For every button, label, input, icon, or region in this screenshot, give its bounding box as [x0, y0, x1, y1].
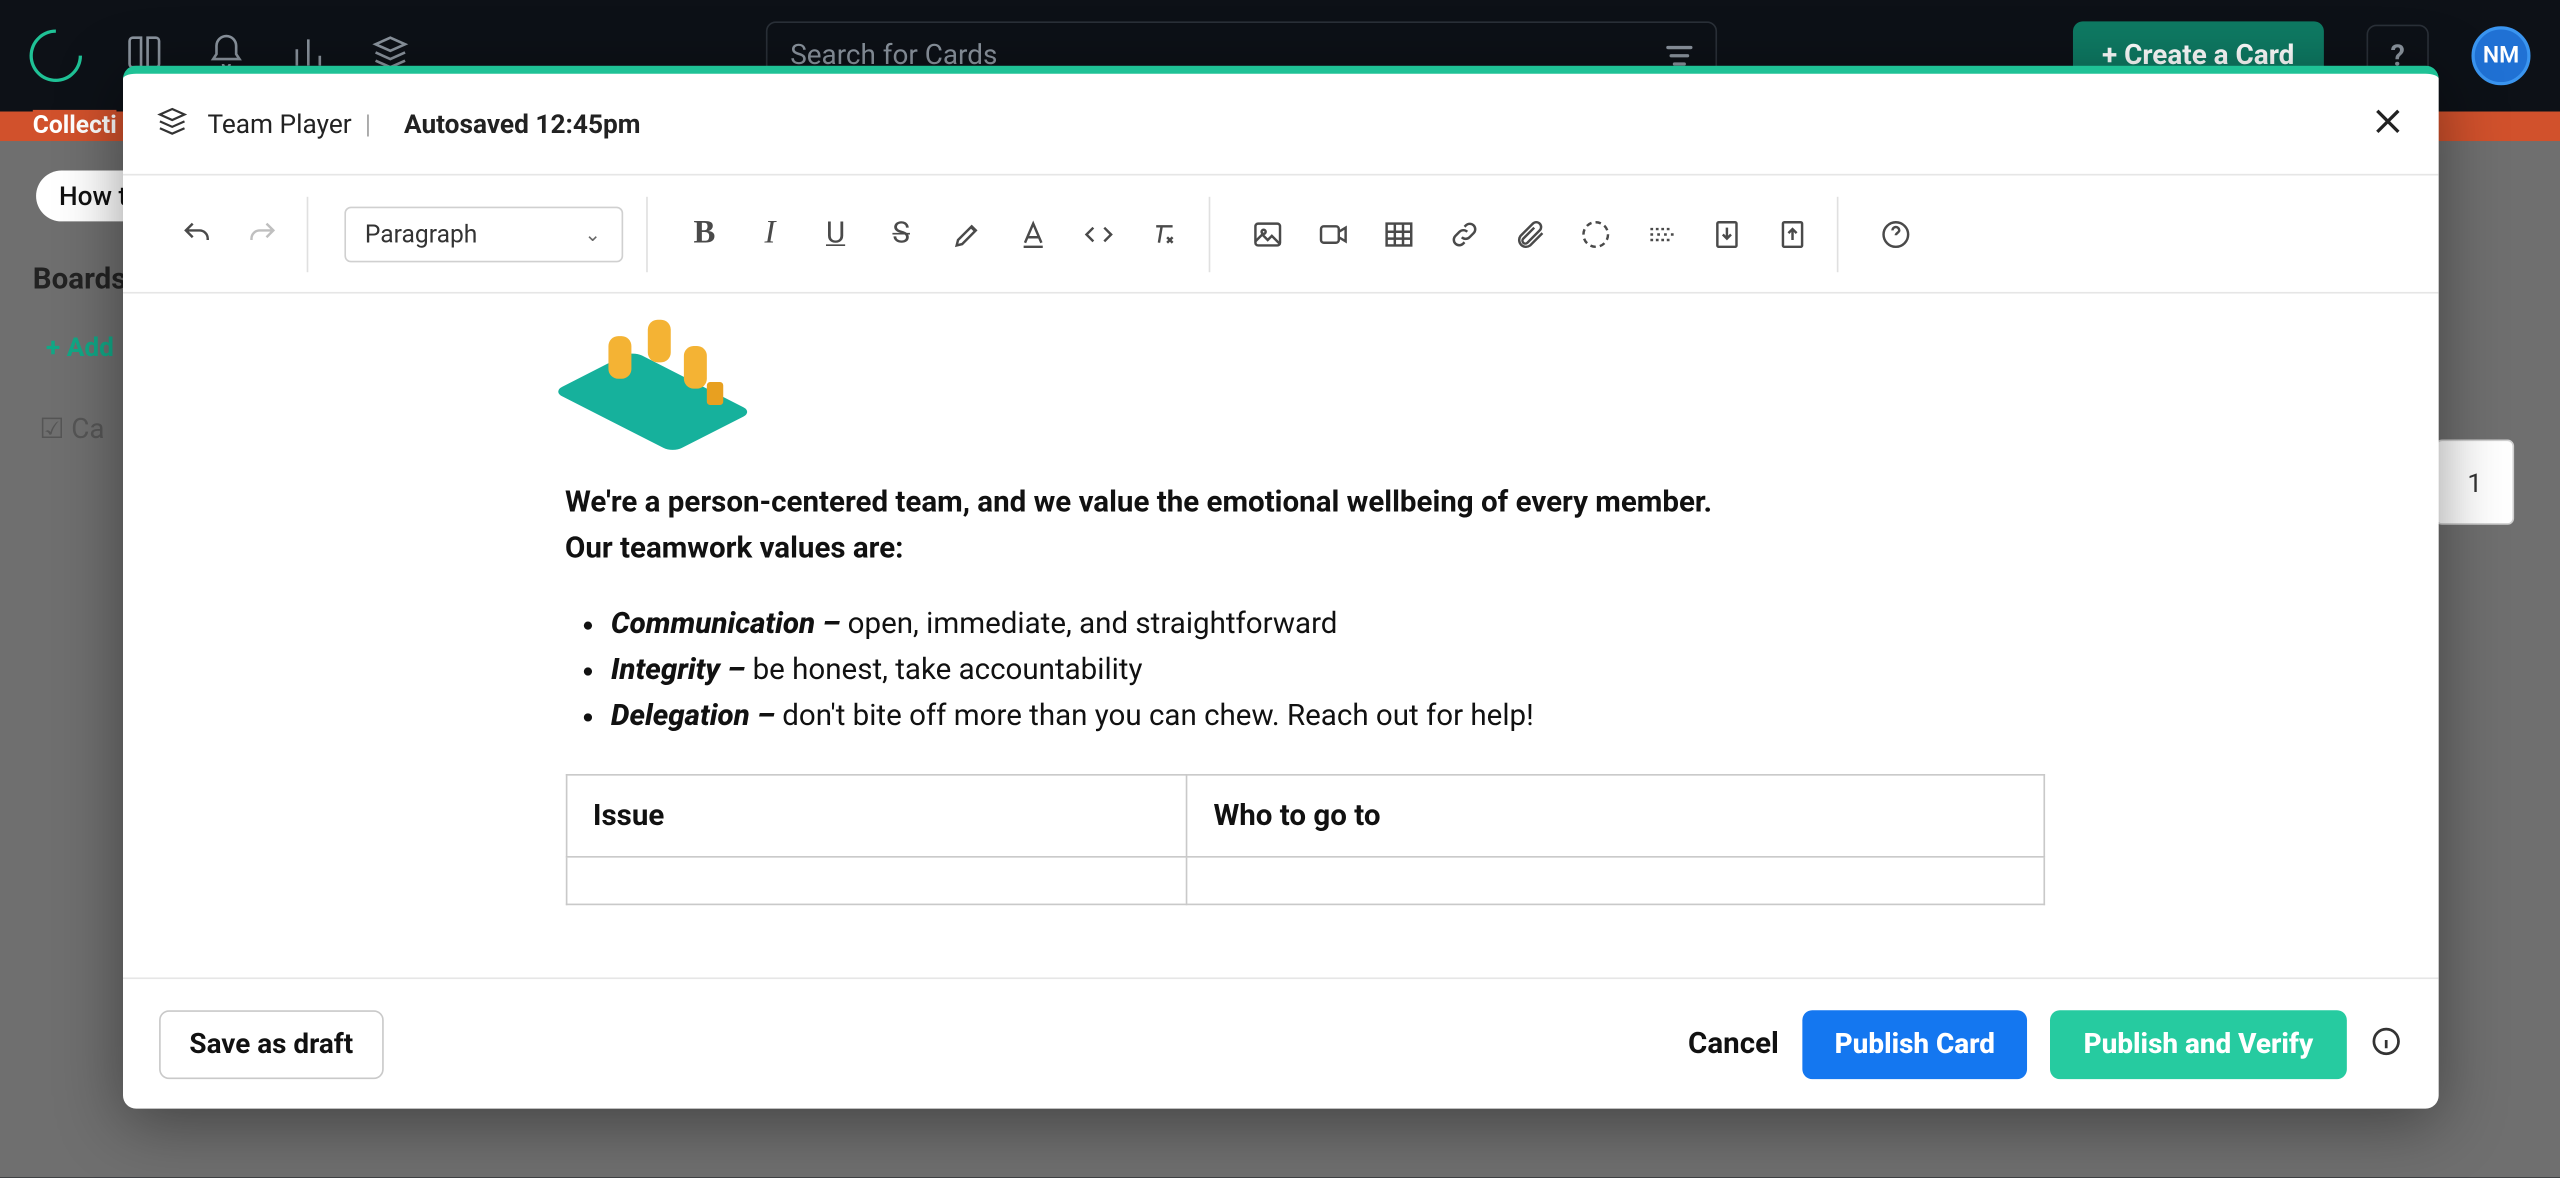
intro-line-2: Our teamwork values are:: [565, 526, 1995, 572]
cancel-button[interactable]: Cancel: [1688, 1027, 1779, 1061]
redo-button[interactable]: [240, 212, 283, 255]
board-icon: [155, 104, 188, 143]
list-item: Communication – open, immediate, and str…: [611, 602, 1995, 648]
link-button[interactable]: [1442, 212, 1485, 255]
publish-verify-button[interactable]: Publish and Verify: [2051, 1009, 2346, 1078]
bold-button[interactable]: B: [683, 212, 726, 255]
publish-card-button[interactable]: Publish Card: [1802, 1009, 2028, 1078]
table-header-issue: Issue: [566, 776, 1187, 858]
editor-content[interactable]: We're a person-centered team, and we val…: [122, 294, 2438, 978]
block-format-select[interactable]: Paragraph⌄: [344, 206, 623, 262]
breadcrumb-board[interactable]: Team Player: [207, 108, 351, 139]
close-button[interactable]: [2369, 103, 2405, 146]
autosave-status: Autosaved 12:45pm: [404, 108, 641, 139]
clear-format-button[interactable]: [1142, 212, 1185, 255]
divider-button[interactable]: [1639, 212, 1682, 255]
guru-icon-button[interactable]: [1574, 212, 1617, 255]
modal-header: Team Player | Autosaved 12:45pm: [122, 74, 2438, 176]
intro-line-1: We're a person-centered team, and we val…: [565, 481, 1995, 527]
table-header-who: Who to go to: [1186, 776, 2043, 858]
image-button[interactable]: [1246, 212, 1289, 255]
save-draft-button[interactable]: Save as draft: [158, 1009, 384, 1078]
contacts-table[interactable]: IssueWho to go to: [565, 775, 2044, 906]
info-icon[interactable]: [2369, 1024, 2402, 1063]
text-color-button[interactable]: [1011, 212, 1054, 255]
card-editor-modal: Team Player | Autosaved 12:45pm Paragrap…: [122, 66, 2438, 1109]
table-button[interactable]: [1377, 212, 1420, 255]
attachment-button[interactable]: [1508, 212, 1551, 255]
hero-illustration: [565, 323, 759, 451]
video-button[interactable]: [1311, 212, 1354, 255]
list-item: Delegation – don't bite off more than yo…: [611, 693, 1995, 739]
values-list: Communication – open, immediate, and str…: [565, 602, 1995, 739]
modal-footer: Save as draft Cancel Publish Card Publis…: [122, 977, 2438, 1108]
editor-toolbar: Paragraph⌄ B I U S: [122, 175, 2438, 293]
strikethrough-button[interactable]: S: [880, 212, 923, 255]
italic-button[interactable]: I: [749, 212, 792, 255]
editor-help-button[interactable]: [1874, 212, 1917, 255]
code-button[interactable]: [1077, 212, 1120, 255]
list-item: Integrity – be honest, take accountabili…: [611, 647, 1995, 693]
copy-in-button[interactable]: [1705, 212, 1748, 255]
filter-icon[interactable]: [1666, 46, 1692, 66]
copy-out-button[interactable]: [1770, 212, 1813, 255]
underline-button[interactable]: U: [814, 212, 857, 255]
undo-button[interactable]: [175, 212, 218, 255]
highlight-button[interactable]: [945, 212, 988, 255]
